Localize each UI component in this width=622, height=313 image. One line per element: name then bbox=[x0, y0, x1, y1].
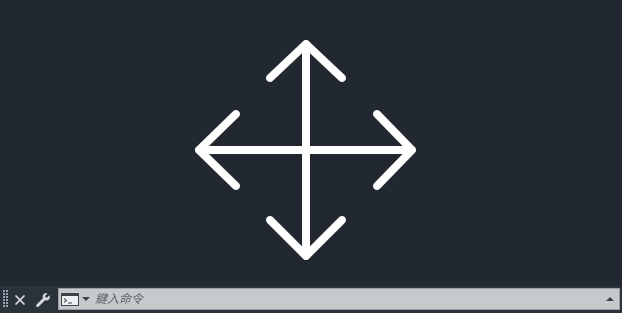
drawing-canvas[interactable] bbox=[0, 0, 622, 286]
command-input-box bbox=[58, 288, 620, 310]
close-icon bbox=[15, 294, 25, 305]
caret-up-icon bbox=[606, 297, 614, 301]
drag-handle-icon[interactable] bbox=[3, 290, 9, 308]
customize-button[interactable] bbox=[33, 289, 53, 310]
expand-history-button[interactable] bbox=[605, 294, 615, 304]
chevron-down-icon bbox=[82, 297, 90, 301]
move-cursor-icon bbox=[195, 40, 416, 260]
command-history-button[interactable] bbox=[61, 291, 91, 307]
command-prompt-icon bbox=[61, 292, 79, 306]
close-button[interactable] bbox=[12, 289, 28, 310]
wrench-icon bbox=[36, 292, 50, 307]
command-input[interactable] bbox=[95, 290, 595, 308]
